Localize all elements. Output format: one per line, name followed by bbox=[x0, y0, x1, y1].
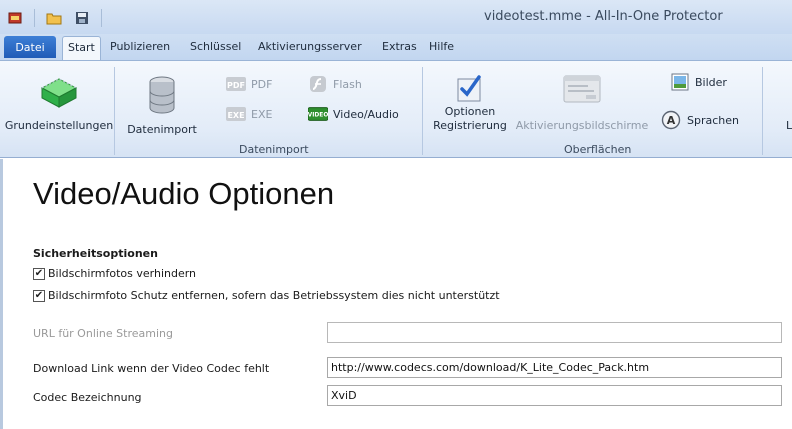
pdf-button[interactable]: PDF PDF bbox=[226, 75, 272, 93]
group-label-datenimport: Datenimport bbox=[239, 143, 309, 156]
checkbox-label: Bildschirmfotos verhindern bbox=[48, 267, 197, 280]
aktivierungsbildschirme-label: Aktivierungsbildschirme bbox=[515, 119, 649, 132]
group-separator bbox=[762, 67, 763, 155]
save-icon[interactable] bbox=[73, 10, 91, 26]
pdf-label: PDF bbox=[251, 77, 273, 91]
tab-extras[interactable]: Extras bbox=[382, 40, 417, 53]
dialog-window-icon bbox=[562, 71, 602, 111]
svg-text:A: A bbox=[667, 114, 676, 127]
svg-text:VIDEO: VIDEO bbox=[308, 113, 328, 119]
codec-name-input[interactable]: XviD bbox=[327, 385, 782, 406]
flash-button[interactable]: Flash bbox=[308, 75, 362, 93]
download-link-input[interactable]: http://www.codecs.com/download/K_Lite_Co… bbox=[327, 357, 782, 378]
download-link-label: Download Link wenn der Video Codec fehlt bbox=[33, 362, 270, 375]
video-audio-button[interactable]: VIDEO Video/Audio bbox=[308, 105, 399, 123]
open-folder-icon[interactable] bbox=[45, 10, 63, 26]
video-icon: VIDEO bbox=[308, 105, 328, 123]
group-separator bbox=[422, 67, 423, 155]
partial-ribbon-button[interactable]: L bbox=[786, 119, 792, 132]
title-bar: videotest.mme - All-In-One Protector bbox=[0, 0, 792, 34]
flash-icon bbox=[308, 75, 328, 93]
options-panel: Video/Audio Optionen Sicherheitsoptionen… bbox=[0, 159, 792, 429]
bilder-button[interactable]: Bilder bbox=[670, 73, 727, 91]
tab-hilfe[interactable]: Hilfe bbox=[429, 40, 454, 53]
pdf-icon: PDF bbox=[226, 75, 246, 93]
checkbox-checked-icon[interactable]: ✔ bbox=[33, 289, 45, 302]
ribbon-tabs: Datei Start Publizieren Schlüssel Aktivi… bbox=[0, 34, 792, 60]
language-icon: A bbox=[660, 110, 682, 130]
svg-text:EXE: EXE bbox=[227, 111, 244, 120]
registrierung-label: Registrierung bbox=[433, 119, 507, 132]
sprachen-label: Sprachen bbox=[687, 113, 739, 127]
checkbox-checked-icon[interactable]: ✔ bbox=[33, 267, 45, 280]
sprachen-button[interactable]: A Sprachen bbox=[660, 110, 739, 130]
url-streaming-input[interactable] bbox=[327, 322, 782, 343]
datenimport-label: Datenimport bbox=[127, 123, 197, 136]
tab-datei[interactable]: Datei bbox=[4, 36, 56, 58]
datenimport-button[interactable]: Datenimport bbox=[125, 73, 199, 137]
tab-publizieren[interactable]: Publizieren bbox=[110, 40, 170, 53]
bilder-label: Bilder bbox=[695, 75, 727, 89]
video-audio-label: Video/Audio bbox=[333, 107, 399, 121]
group-label-oberflaechen: Oberflächen bbox=[564, 143, 632, 156]
optionen-label: Optionen bbox=[444, 105, 496, 118]
checkmark-icon bbox=[455, 71, 485, 105]
section-heading: Sicherheitsoptionen bbox=[33, 247, 158, 260]
checkbox-label: Bildschirmfoto Schutz entfernen, sofern … bbox=[48, 289, 500, 302]
app-icon[interactable] bbox=[6, 10, 24, 26]
group-separator bbox=[114, 67, 115, 155]
grundeinstellungen-button[interactable]: Grundeinstellungen bbox=[5, 71, 113, 133]
checkbox-remove-protection[interactable]: ✔ Bildschirmfoto Schutz entfernen, sofer… bbox=[33, 289, 500, 302]
ribbon: Grundeinstellungen Datenimport PDF PDF E… bbox=[0, 60, 792, 158]
codec-name-label: Codec Bezeichnung bbox=[33, 391, 142, 404]
grundeinstellungen-label: Grundeinstellungen bbox=[4, 119, 114, 132]
tab-schluessel[interactable]: Schlüssel bbox=[190, 40, 241, 53]
toolbar-separator bbox=[101, 9, 102, 27]
exe-button[interactable]: EXE EXE bbox=[226, 105, 272, 123]
svg-text:PDF: PDF bbox=[227, 81, 245, 90]
quick-access-toolbar bbox=[6, 9, 112, 27]
aktivierungsbildschirme-button[interactable]: Aktivierungsbildschirme bbox=[516, 71, 648, 133]
window-title: videotest.mme - All-In-One Protector bbox=[484, 9, 723, 24]
checkbox-prevent-screenshots[interactable]: ✔ Bildschirmfotos verhindern bbox=[33, 267, 196, 280]
tab-start[interactable]: Start bbox=[62, 36, 101, 60]
tab-aktivierungsserver[interactable]: Aktivierungsserver bbox=[258, 40, 362, 53]
database-icon bbox=[148, 73, 176, 119]
page-title: Video/Audio Optionen bbox=[33, 176, 335, 211]
exe-label: EXE bbox=[251, 107, 273, 121]
picture-icon bbox=[670, 73, 690, 91]
url-streaming-label: URL für Online Streaming bbox=[33, 327, 173, 340]
toolbar-separator bbox=[34, 9, 35, 27]
exe-icon: EXE bbox=[226, 105, 246, 123]
settings-cube-icon bbox=[38, 71, 80, 115]
flash-label: Flash bbox=[333, 77, 362, 91]
optionen-registrierung-button[interactable]: Optionen Registrierung bbox=[432, 71, 508, 133]
